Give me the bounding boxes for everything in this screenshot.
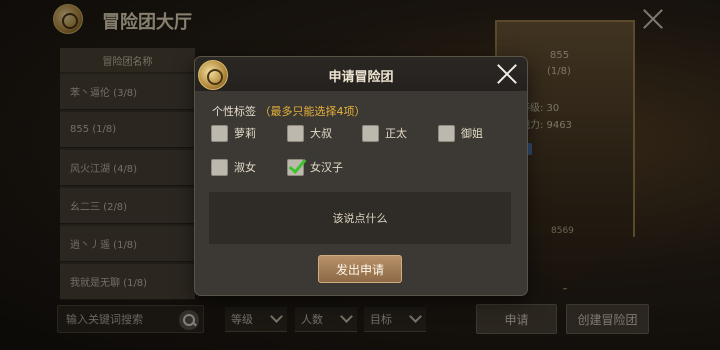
tag-checkbox-tomboy[interactable]: 女汉子 [287,158,343,176]
tag-checkbox-shota[interactable]: 正太 [362,124,407,142]
tag-label: 御姐 [461,127,483,140]
tags-heading: 个性标签 （最多只能选择4项） [212,103,366,119]
tags-limit-note: （最多只能选择4项） [259,105,366,118]
dialog-title: 申请冒险团 [328,70,394,85]
close-icon[interactable] [496,63,518,85]
tag-checkbox-uncle[interactable]: 大叔 [287,124,332,142]
tag-checkbox-yujie[interactable]: 御姐 [438,124,483,142]
checkbox[interactable] [211,124,228,142]
tag-label: 正太 [385,127,407,140]
checkbox[interactable] [362,124,379,142]
dialog-header: 申请冒险团 [195,57,527,91]
tag-label: 大叔 [310,127,332,140]
tag-label: 女汉子 [310,161,343,174]
checkbox[interactable] [211,158,228,176]
message-placeholder: 该说点什么 [332,212,388,225]
tag-label: 淑女 [234,161,256,174]
checkbox[interactable] [438,124,455,142]
message-input[interactable]: 该说点什么 [209,192,511,244]
tag-checkbox-loli[interactable]: 萝莉 [211,124,256,142]
tags-heading-label: 个性标签 [212,105,256,118]
checkbox[interactable] [287,124,304,142]
checkbox-checked[interactable] [287,158,304,176]
submit-application-button[interactable]: 发出申请 [318,255,402,283]
apply-guild-dialog: 申请冒险团 个性标签 （最多只能选择4项） 萝莉 大叔 正太 御姐 淑女 女汉子… [195,57,527,295]
tag-label: 萝莉 [234,127,256,140]
tag-checkbox-lady[interactable]: 淑女 [211,158,256,176]
